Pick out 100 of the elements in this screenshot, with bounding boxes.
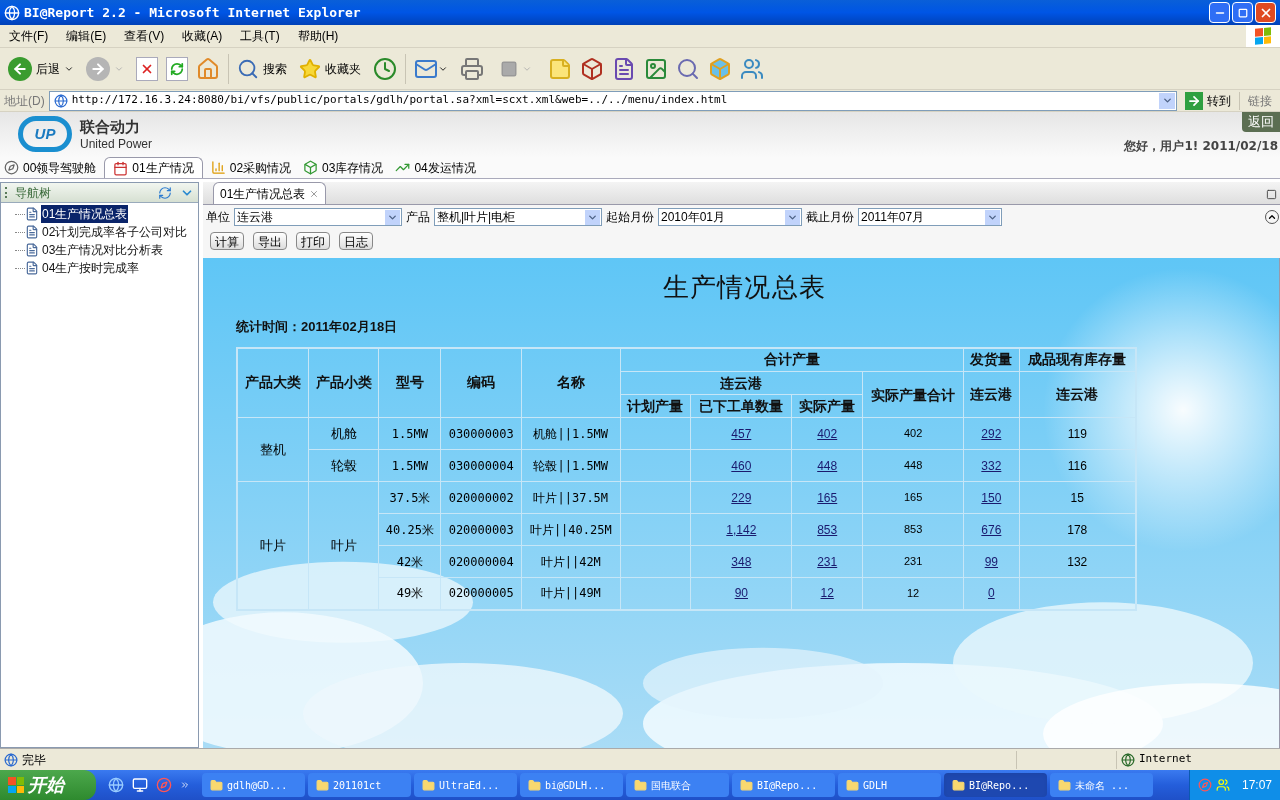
start-button[interactable]: 开始 [0, 770, 96, 800]
menu-item[interactable]: 查看(V) [115, 27, 174, 45]
taskbar-button[interactable]: 未命名 ... [1050, 773, 1153, 797]
column-header: 计划产量 [627, 397, 684, 414]
tree-item[interactable]: 04生产按时完成率 [41, 259, 141, 277]
taskbar-button[interactable]: GDLH [838, 773, 941, 797]
image-button[interactable] [644, 56, 668, 81]
action-button[interactable]: 打印 [296, 232, 330, 250]
taskbar-button[interactable]: UltraEd... [414, 773, 517, 797]
action-button[interactable]: 导出 [253, 232, 287, 250]
restore-button[interactable] [1232, 2, 1253, 23]
app-icon[interactable] [156, 777, 172, 793]
star-icon [299, 57, 321, 80]
table-link[interactable]: 231 [817, 554, 838, 569]
document-button[interactable] [612, 56, 636, 81]
portal-tab[interactable]: 02采购情况 [206, 157, 296, 178]
table-link[interactable]: 1,142 [726, 522, 757, 537]
tree-item[interactable]: 03生产情况对比分析表 [41, 241, 165, 259]
table-link[interactable]: 402 [817, 426, 838, 441]
taskbar-button[interactable]: BI@Repo... [732, 773, 835, 797]
document-icon [612, 56, 636, 81]
table-link[interactable]: 676 [981, 522, 1002, 537]
menu-item[interactable]: 工具(T) [231, 27, 289, 45]
taskbar-button[interactable]: 201101ct [308, 773, 411, 797]
research-button[interactable] [676, 56, 700, 81]
dropdown-field[interactable]: 2011年07月 [858, 208, 1002, 226]
history-button[interactable] [373, 56, 397, 81]
zone-text: Internet [1139, 751, 1192, 768]
menu-item[interactable]: 收藏(A) [173, 27, 232, 45]
taskbar-button[interactable]: 国电联合 [626, 773, 729, 797]
cube-icon [580, 56, 604, 81]
home-button[interactable] [196, 56, 220, 81]
more-icon[interactable] [180, 780, 190, 790]
portal-tab[interactable]: 00领导驾驶舱 [0, 157, 101, 178]
refresh-icon[interactable] [158, 185, 172, 200]
refresh-button[interactable] [166, 56, 188, 81]
taskbar-button[interactable]: gdlh@GD... [202, 773, 305, 797]
menu-item[interactable]: 帮助(H) [288, 27, 348, 45]
tree-item[interactable]: 01生产情况总表 [41, 205, 129, 223]
table-link[interactable]: 229 [731, 490, 752, 505]
dropdown-field[interactable]: 连云港 [234, 208, 402, 226]
tree-item[interactable]: 02计划完成率各子公司对比 [41, 223, 189, 241]
table-link[interactable]: 292 [981, 426, 1002, 441]
table-link[interactable]: 12 [820, 586, 834, 601]
table-link[interactable]: 332 [981, 458, 1002, 473]
menu-item[interactable]: 文件(F) [0, 27, 58, 45]
document-tab[interactable]: 01生产情况总表 [213, 182, 327, 204]
table-link[interactable]: 165 [817, 490, 838, 505]
table-link[interactable]: 457 [731, 426, 752, 441]
table-link[interactable]: 99 [984, 554, 998, 569]
links-label[interactable]: 链接 [1239, 91, 1276, 110]
desktop-icon[interactable] [132, 777, 148, 793]
table-link[interactable]: 90 [734, 586, 748, 601]
table-cell: 132 [1067, 554, 1088, 569]
maximize-icon[interactable] [1266, 189, 1277, 200]
messenger-button[interactable] [740, 56, 764, 81]
taskbar-button[interactable]: BI@Repo... [944, 773, 1047, 797]
minimize-button[interactable] [1209, 2, 1230, 23]
table-link[interactable]: 348 [731, 554, 752, 569]
dropdown-field[interactable]: 2010年01月 [658, 208, 802, 226]
table-link[interactable]: 853 [817, 522, 838, 537]
table-link[interactable]: 448 [817, 458, 838, 473]
portal-tab[interactable]: 01生产情况 [104, 157, 203, 178]
table-link[interactable]: 0 [988, 586, 995, 601]
forward-button[interactable] [86, 56, 110, 81]
menu-item[interactable]: 编辑(E) [57, 27, 116, 45]
cube-button[interactable] [708, 56, 732, 81]
stop-button[interactable] [136, 56, 158, 81]
table-cell: 231 [903, 555, 923, 568]
column-header: 连云港 [1056, 386, 1099, 402]
back-link-button[interactable]: 返回 [1242, 112, 1280, 132]
address-field[interactable]: http://172.16.3.24:8080/bi/vfs/public/portals/gdlh/portal.sa?xml=scxt.xml&web=../../menu/index.html [48, 90, 1177, 111]
address-label: 地址(D) [4, 92, 45, 110]
browser-icon[interactable] [108, 777, 124, 793]
tray-chat-icon[interactable] [1215, 778, 1230, 792]
portal-tab[interactable]: 03库存情况 [299, 157, 388, 178]
search-button[interactable]: 搜索 [237, 57, 287, 80]
table-cell: 1.5MW [391, 426, 428, 441]
back-button[interactable]: 后退 [8, 56, 60, 81]
portal-tab[interactable]: 04发运情况 [391, 157, 480, 178]
go-button[interactable]: 转到 [1181, 91, 1235, 110]
forward-arrow-icon [90, 60, 106, 77]
table-cell: 整机 [259, 441, 286, 457]
column-header: 合计产量 [763, 351, 820, 368]
compass-icon [4, 160, 19, 175]
table-link[interactable]: 150 [981, 490, 1002, 505]
column-header: 型号 [395, 374, 424, 391]
toolbar-tool-button[interactable] [580, 56, 604, 81]
edit-button[interactable] [500, 59, 518, 78]
action-button[interactable]: 日志 [339, 232, 373, 250]
taskbar-button[interactable]: bi@GDLH... [520, 773, 623, 797]
favorites-button[interactable]: 收藏夹 [299, 57, 361, 80]
column-header: 实际产量合计 [871, 386, 956, 403]
table-cell: 116 [1067, 458, 1087, 473]
close-button[interactable] [1255, 2, 1276, 23]
action-button[interactable]: 计算 [210, 232, 244, 250]
greeting-text: 您好，用户1! 2011/02/18 [1124, 138, 1278, 155]
print-button[interactable] [460, 56, 484, 81]
dropdown-field[interactable]: 整机|叶片|电柜 [434, 208, 602, 226]
table-link[interactable]: 460 [731, 458, 752, 473]
